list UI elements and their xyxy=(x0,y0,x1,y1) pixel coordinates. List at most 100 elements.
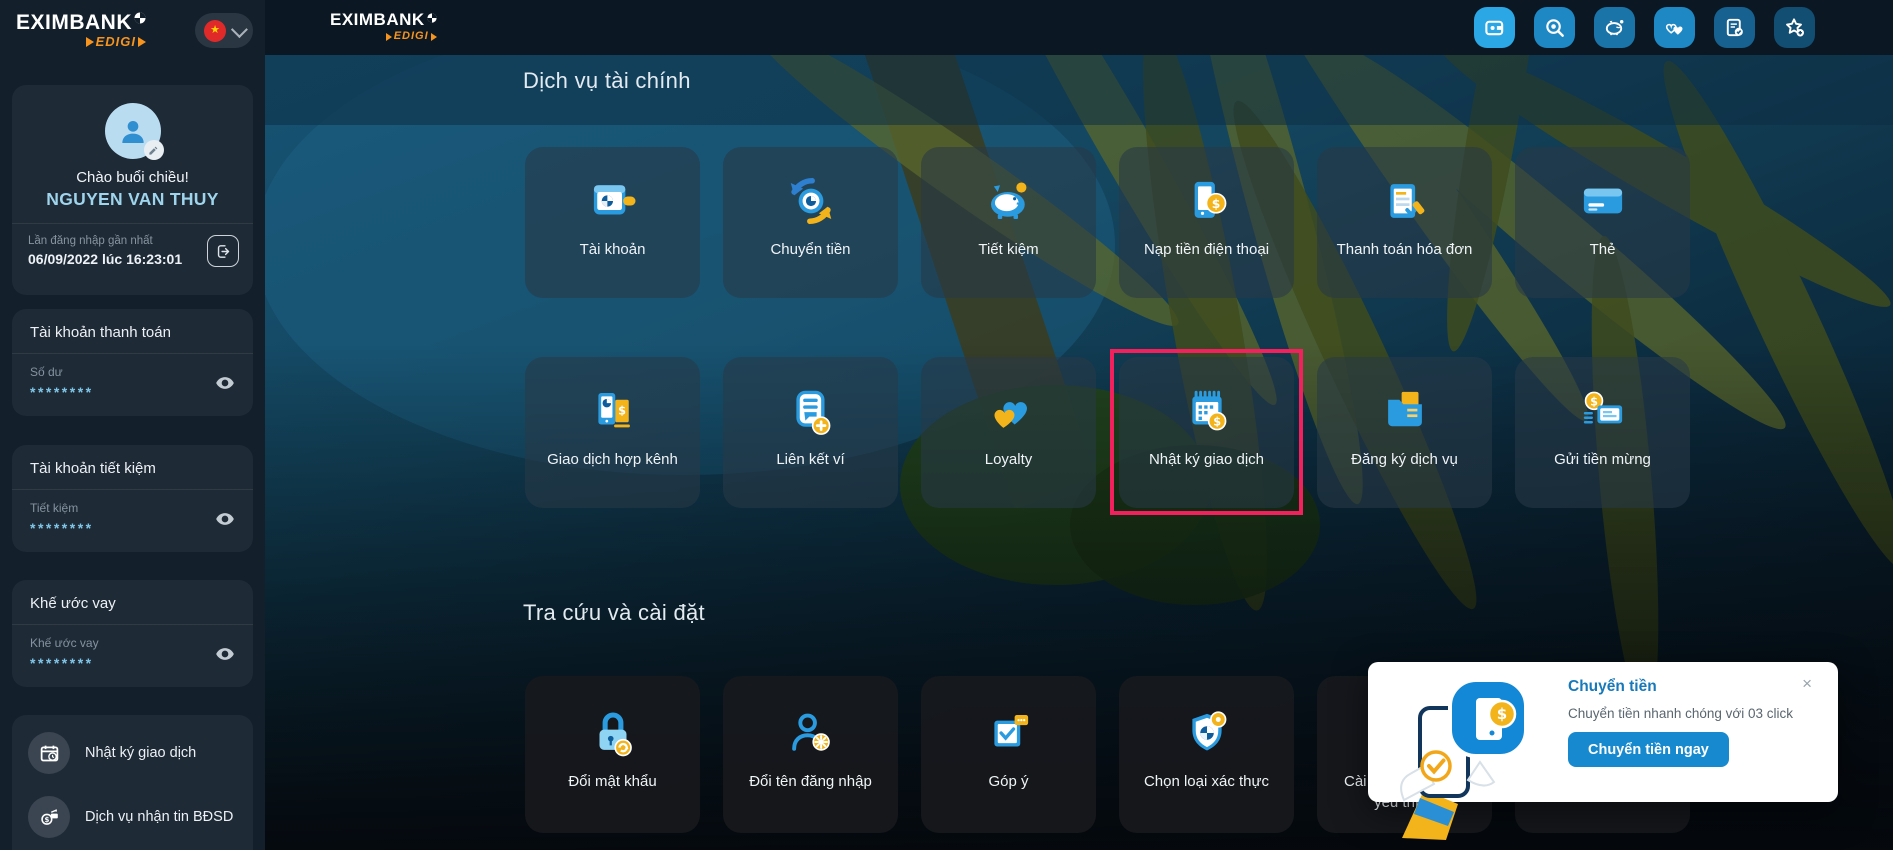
tile-label: Nhật ký giao dịch xyxy=(1139,449,1274,470)
tile-change-password[interactable]: Đổi mật khẩu xyxy=(525,676,700,833)
logout-button[interactable] xyxy=(207,235,239,267)
tile-wallet-link[interactable]: Liên kết ví xyxy=(723,357,898,508)
toast-title: Chuyển tiền xyxy=(1568,678,1657,696)
card-title: Khế ước vay xyxy=(12,580,253,624)
service-register-icon xyxy=(1378,384,1432,438)
tile-service-register[interactable]: Đăng ký dịch vụ xyxy=(1317,357,1492,508)
eye-icon xyxy=(215,644,235,664)
tile-feedback[interactable]: Góp ý xyxy=(921,676,1096,833)
transfer-toast: $ Chuyển tiền Chuyển tiền nhanh chóng vớ… xyxy=(1368,662,1838,802)
user-gear-icon xyxy=(784,706,838,760)
loyalty-hearts-icon xyxy=(982,384,1036,438)
transfer-now-button[interactable]: Chuyển tiền ngay xyxy=(1568,732,1729,767)
tile-label: Gửi tiền mừng xyxy=(1544,449,1661,470)
savings-shortcut-button[interactable] xyxy=(1594,7,1635,48)
piggy-bank-icon xyxy=(1603,16,1626,39)
savings-value-masked: ******** xyxy=(30,520,94,536)
tile-transaction-journal[interactable]: $ Nhật ký giao dịch xyxy=(1119,357,1294,508)
tile-change-username[interactable]: Đổi tên đăng nhập xyxy=(723,676,898,833)
tile-gift-money[interactable]: $ Gửi tiền mừng xyxy=(1515,357,1690,508)
tile-label: Thẻ xyxy=(1580,239,1626,260)
money-notify-icon: $ xyxy=(39,807,60,828)
tile-accounts[interactable]: Tài khoản xyxy=(525,147,700,298)
svg-text:$: $ xyxy=(1213,416,1221,429)
tile-label: Nạp tiền điện thoại xyxy=(1134,239,1279,260)
logo-arrow-icon xyxy=(86,37,94,47)
favorites-shortcut-button[interactable] xyxy=(1774,7,1815,48)
finance-section-heading: Dịch vụ tài chính xyxy=(523,68,691,94)
topbar-quick-actions xyxy=(1474,7,1815,48)
balance-label: Số dư xyxy=(30,365,94,379)
vietnam-flag-icon: ★ xyxy=(204,20,226,42)
transfer-icon xyxy=(784,174,838,228)
card-title: Tài khoản tiết kiệm xyxy=(12,445,253,489)
card-icon xyxy=(1576,174,1630,228)
logo-arrow-icon xyxy=(138,37,146,47)
logout-icon xyxy=(215,243,232,260)
bill-payment-icon xyxy=(1378,174,1432,228)
tile-label: Chọn loại xác thực xyxy=(1134,771,1279,792)
tile-label: Giao dịch hợp kênh xyxy=(537,449,688,470)
tile-savings[interactable]: Tiết kiệm xyxy=(921,147,1096,298)
greeting-text: Chào buổi chiều! xyxy=(12,169,253,186)
last-login-label: Lần đăng nhập gần nhất xyxy=(28,235,182,247)
tile-bill-payment[interactable]: Thanh toán hóa đơn xyxy=(1317,147,1492,298)
eximbank-mark-icon xyxy=(427,11,437,27)
savings-label: Tiết kiệm xyxy=(30,501,94,515)
loan-card: Khế ước vay Khế ước vay ******** xyxy=(12,580,253,687)
sidebar: EXIMBANK EDIGI ★ Chào buổi chiều! NGUYEN… xyxy=(0,0,265,850)
finance-tiles-row-2: $ Giao dịch hợp kênh Liên kết ví Loyalty… xyxy=(525,357,1690,508)
sidebar-item-transaction-journal[interactable]: Nhật ký giao dịch xyxy=(12,721,253,785)
close-icon[interactable]: × xyxy=(1796,674,1818,693)
tile-phone-topup[interactable]: $ Nạp tiền điện thoại xyxy=(1119,147,1294,298)
tile-cards[interactable]: Thẻ xyxy=(1515,147,1690,298)
star-add-icon xyxy=(1783,16,1806,39)
tile-label: Thanh toán hóa đơn xyxy=(1327,239,1483,260)
wallet-icon xyxy=(1483,16,1506,39)
sidebar-item-label: Dịch vụ nhận tin BĐSD xyxy=(85,809,233,825)
user-icon xyxy=(117,115,149,147)
loan-label: Khế ước vay xyxy=(30,636,99,650)
toggle-balance-visibility[interactable] xyxy=(215,373,235,393)
tile-label: Chuyển tiền xyxy=(760,239,860,260)
avatar[interactable] xyxy=(105,103,161,159)
tile-loyalty[interactable]: Loyalty xyxy=(921,357,1096,508)
brand-sub-text: EDIGI xyxy=(394,31,429,42)
tile-label: Loyalty xyxy=(975,449,1043,470)
tile-label: Tiết kiệm xyxy=(968,239,1048,260)
shield-gear-icon xyxy=(1180,706,1234,760)
user-name: NGUYEN VAN THUY xyxy=(12,189,253,210)
svg-text:$: $ xyxy=(44,815,49,823)
eximbank-mark-icon xyxy=(134,12,146,28)
svg-text:$: $ xyxy=(1211,197,1220,211)
loyalty-shortcut-button[interactable] xyxy=(1654,7,1695,48)
omni-transaction-icon: $ xyxy=(586,384,640,438)
svg-text:$: $ xyxy=(618,404,626,417)
sidebar-item-balance-notification[interactable]: $ Dịch vụ nhận tin BĐSD xyxy=(12,785,253,849)
toggle-savings-visibility[interactable] xyxy=(215,509,235,529)
bill-shortcut-button[interactable] xyxy=(1714,7,1755,48)
balance-value-masked: ******** xyxy=(30,384,94,400)
tile-omni-transaction[interactable]: $ Giao dịch hợp kênh xyxy=(525,357,700,508)
tile-label: Liên kết ví xyxy=(766,449,854,470)
gift-money-icon: $ xyxy=(1576,384,1630,438)
bill-check-icon xyxy=(1723,16,1746,39)
tile-label: Tài khoản xyxy=(570,239,656,260)
transaction-journal-icon: $ xyxy=(1180,384,1234,438)
brand-text: EXIMBANK xyxy=(16,11,132,34)
eximbank-dashboard: EXIMBANK EDIGI ★ Chào buổi chiều! NGUYEN… xyxy=(0,0,1893,850)
logo-arrow-icon xyxy=(386,33,392,41)
tile-label: Góp ý xyxy=(978,771,1038,792)
chevron-down-icon xyxy=(231,21,248,38)
language-selector[interactable]: ★ xyxy=(195,13,253,48)
edit-avatar-icon[interactable] xyxy=(144,140,164,160)
accounts-shortcut-button[interactable] xyxy=(1474,7,1515,48)
wallet-link-icon xyxy=(784,384,838,438)
tile-auth-type[interactable]: Chọn loại xác thực xyxy=(1119,676,1294,833)
transaction-lookup-button[interactable] xyxy=(1534,7,1575,48)
brand-text: EXIMBANK xyxy=(330,10,425,29)
eye-icon xyxy=(215,509,235,529)
phone-topup-icon: $ xyxy=(1180,174,1234,228)
tile-transfer[interactable]: Chuyển tiền xyxy=(723,147,898,298)
toggle-loan-visibility[interactable] xyxy=(215,644,235,664)
